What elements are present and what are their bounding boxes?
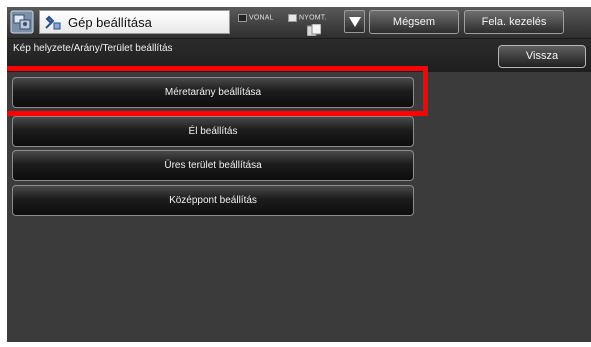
print-indicator-box	[288, 13, 297, 22]
page-title: Gép beállítása	[68, 15, 152, 30]
menu-item-edge-settings[interactable]: Él beállítás	[12, 116, 414, 147]
menu-item-blank-area-settings[interactable]: Üres terület beállítása	[12, 150, 414, 181]
menu-item-ratio-settings[interactable]: Méretarány beállítása	[12, 77, 414, 108]
job-dropdown-button[interactable]	[344, 10, 365, 33]
menu-item-center-settings[interactable]: Középpont beállítás	[12, 185, 414, 216]
line-indicator: VONAL	[238, 9, 274, 27]
line-indicator-box	[238, 13, 247, 22]
release-control-button[interactable]: Fela. kezelés	[464, 10, 564, 34]
breadcrumb-text: Kép helyzete/Arány/Terület beállítás	[13, 43, 173, 54]
title-box: Gép beállítása	[39, 10, 230, 34]
back-button[interactable]: Vissza	[498, 45, 586, 68]
cancel-button[interactable]: Mégsem	[369, 10, 459, 34]
breadcrumb: Kép helyzete/Arány/Terület beállítás Vis…	[7, 39, 591, 72]
line-indicator-label: VONAL	[249, 14, 274, 22]
device-screen: Gép beállítása VONAL NYOMT. Mégsem Fela.…	[7, 7, 591, 342]
job-status-icon[interactable]	[306, 23, 322, 37]
machine-settings-icon	[44, 14, 62, 31]
top-bar: Gép beállítása VONAL NYOMT. Mégsem Fela.…	[7, 7, 591, 39]
settings-icon[interactable]	[10, 10, 34, 34]
print-indicator-label: NYOMT.	[299, 14, 327, 22]
triangle-down-icon	[349, 17, 361, 27]
